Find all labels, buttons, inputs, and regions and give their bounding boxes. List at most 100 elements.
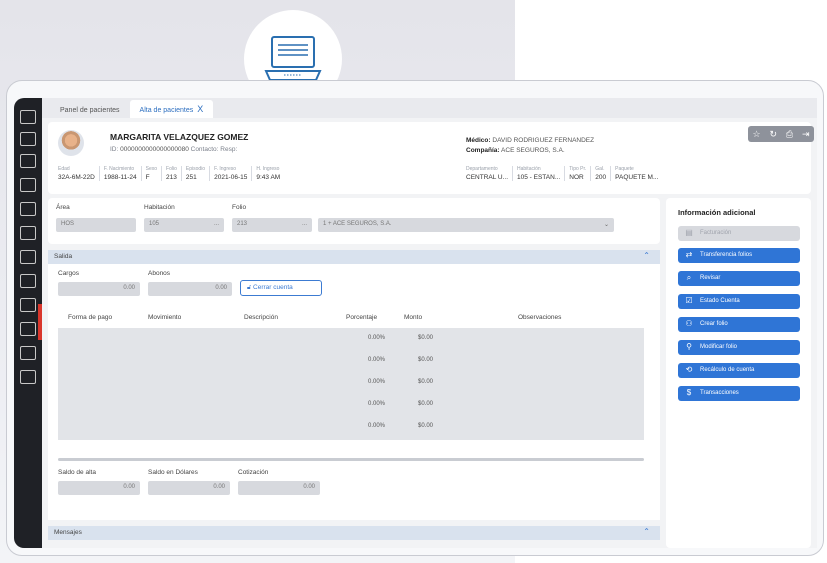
scrollbar[interactable] bbox=[58, 458, 644, 461]
area-label: Área bbox=[56, 204, 70, 211]
field-sexo: Sexo F bbox=[140, 166, 161, 181]
area-input[interactable]: HOS bbox=[56, 218, 136, 232]
col-monto: Monto bbox=[404, 314, 423, 321]
field-nacimiento: F. Nacimiento 1988-11-24 bbox=[98, 166, 141, 181]
crear-folio-button[interactable]: ⚇ Crear folio bbox=[678, 317, 800, 332]
cabinet-icon[interactable] bbox=[20, 298, 36, 312]
field-habitacion: Habitación 105 - ESTAN... bbox=[512, 166, 564, 181]
field-folio: Folio 213 bbox=[161, 166, 181, 181]
chevron-up-icon[interactable]: ⌃ bbox=[643, 251, 650, 260]
close-account-button[interactable]: 🔓︎ Cerrar cuenta bbox=[240, 280, 322, 296]
row5-porcentaje: 0.00% bbox=[368, 423, 386, 429]
field-edad: Edad 32A-6M-22D bbox=[58, 166, 95, 181]
app-window: Panel de pacientes Alta de pacientes X MA… bbox=[42, 98, 817, 548]
abonos-label: Abonos bbox=[148, 270, 171, 277]
close-tab-icon[interactable]: X bbox=[197, 104, 203, 114]
bed-icon[interactable] bbox=[20, 226, 36, 240]
bottle-icon[interactable] bbox=[20, 154, 36, 168]
laptop-icon bbox=[264, 36, 322, 81]
field-episodio: Episodio 251 bbox=[180, 166, 209, 181]
transacciones-button[interactable]: $ Transacciones bbox=[678, 386, 800, 401]
patients-icon[interactable] bbox=[20, 110, 36, 124]
field-paquete: Paquete PAQUETE M... bbox=[610, 166, 662, 181]
tab-panel-pacientes[interactable]: Panel de pacientes bbox=[50, 103, 130, 118]
print-icon[interactable]: ⎙ bbox=[786, 129, 793, 140]
checklist-icon: ☑ bbox=[685, 296, 693, 305]
recalculo-cuenta-button[interactable]: ⟲ Recálculo de cuenta bbox=[678, 363, 800, 378]
info-panel: Información adicional ▤ Facturación ⇄ Tran… bbox=[666, 198, 811, 548]
saldo-alta-input[interactable]: 0.00 bbox=[58, 481, 140, 495]
search-icon: ⌕ bbox=[686, 273, 692, 282]
facturacion-button[interactable]: ▤ Facturación bbox=[678, 226, 800, 241]
patient-name: MARGARITA VELAZQUEZ GOMEZ bbox=[110, 132, 249, 142]
chevron-down-icon: ⌄ bbox=[603, 222, 609, 228]
clipboard-list-icon[interactable] bbox=[20, 370, 36, 384]
row3-porcentaje: 0.00% bbox=[368, 379, 386, 385]
dollar-icon: $ bbox=[686, 388, 692, 397]
cotizacion-label: Cotización bbox=[238, 469, 269, 476]
cargos-label: Cargos bbox=[58, 270, 79, 277]
avatar bbox=[58, 130, 84, 156]
saldo-dolares-input[interactable]: 0.00 bbox=[148, 481, 230, 495]
wallet-icon[interactable] bbox=[20, 250, 36, 264]
star-icon[interactable]: ☆ bbox=[752, 129, 760, 140]
user-icon: ⚲ bbox=[686, 342, 692, 351]
col-forma-pago: Forma de pago bbox=[68, 314, 113, 321]
salida-body: Cargos 0.00 Abonos 0.00 🔓︎ Cerrar cuenta… bbox=[48, 264, 660, 520]
field-tipo: Tipo Pr. NOR bbox=[564, 166, 590, 181]
transfer-icon: ⇄ bbox=[685, 250, 693, 259]
folio-input[interactable]: 213... bbox=[232, 218, 312, 232]
saldo-dolares-label: Saldo en Dólares bbox=[148, 469, 198, 476]
payments-table bbox=[58, 328, 644, 440]
col-porcentaje: Porcentaje bbox=[346, 314, 378, 321]
dollar-icon[interactable] bbox=[20, 346, 36, 360]
document-icon[interactable] bbox=[20, 178, 36, 192]
cotizacion-input[interactable]: 0.00 bbox=[238, 481, 320, 495]
mensajes-header[interactable]: Mensajes ⌃ bbox=[48, 526, 660, 540]
habitacion-label: Habitación bbox=[144, 204, 175, 211]
patient-fields: Edad 32A-6M-22D F. Nacimiento 1988-11-24 S… bbox=[54, 166, 284, 181]
patient-id: ID: 0000000000000000080 Contacto: Resp: bbox=[110, 146, 238, 153]
refresh-icon[interactable]: ↻ bbox=[769, 129, 777, 140]
transferencia-folios-button[interactable]: ⇄ Transferencia folios bbox=[678, 248, 800, 263]
row1-monto: $0.00 bbox=[418, 335, 434, 341]
stack-icon[interactable] bbox=[20, 322, 36, 336]
habitacion-input[interactable]: 105... bbox=[144, 218, 224, 232]
chevron-up-icon[interactable]: ⌃ bbox=[643, 527, 650, 536]
user-add-icon: ⚇ bbox=[685, 319, 693, 328]
col-descripcion: Descripción bbox=[244, 314, 278, 321]
info-title: Información adicional bbox=[678, 208, 756, 217]
clipboard-icon[interactable] bbox=[20, 132, 36, 146]
col-movimiento: Movimiento bbox=[148, 314, 182, 321]
doctor-info: Médico: DAVID RODRIGUEZ FERNANDEZ Compañ… bbox=[466, 137, 595, 154]
tab-alta-pacientes[interactable]: Alta de pacientes X bbox=[129, 100, 214, 118]
modificar-folio-button[interactable]: ⚲ Modificar folio bbox=[678, 340, 800, 355]
row2-porcentaje: 0.00% bbox=[368, 357, 386, 363]
saldo-alta-label: Saldo de alta bbox=[58, 469, 96, 476]
field-gal: Gal. 200 bbox=[590, 166, 610, 181]
main-column: Área HOS Habitación 105... Folio 213... … bbox=[48, 198, 660, 548]
row3-monto: $0.00 bbox=[418, 379, 434, 385]
invoice-icon: ▤ bbox=[685, 228, 693, 237]
row4-monto: $0.00 bbox=[418, 401, 434, 407]
company-select[interactable]: 1 + ACE SEGUROS, S.A. ⌄ bbox=[318, 218, 614, 232]
estado-cuenta-button[interactable]: ☑ Estado Cuenta bbox=[678, 294, 800, 309]
row4-porcentaje: 0.00% bbox=[368, 401, 386, 407]
location-fields: Departamento CENTRAL U... Habitación 105 -… bbox=[462, 166, 662, 181]
header-actions: ☆ ↻ ⎙ ⇥ bbox=[748, 126, 814, 142]
exit-icon[interactable]: ⇥ bbox=[802, 129, 810, 140]
filter-icon[interactable] bbox=[20, 202, 36, 216]
refresh-icon: ⟲ bbox=[685, 365, 693, 374]
abonos-input[interactable]: 0.00 bbox=[148, 282, 232, 296]
row1-porcentaje: 0.00% bbox=[368, 335, 386, 341]
row5-monto: $0.00 bbox=[418, 423, 434, 429]
cart-icon[interactable] bbox=[20, 274, 36, 288]
tab-bar: Panel de pacientes Alta de pacientes X bbox=[42, 98, 817, 118]
col-observaciones: Observaciones bbox=[518, 314, 562, 321]
salida-header[interactable]: Salida ⌃ bbox=[48, 250, 660, 264]
cargos-input[interactable]: 0.00 bbox=[58, 282, 140, 296]
revisar-button[interactable]: ⌕ Revisar bbox=[678, 271, 800, 286]
row2-monto: $0.00 bbox=[418, 357, 434, 363]
field-ingreso: F. Ingreso 2021-06-15 bbox=[209, 166, 251, 181]
field-hora-ingreso: H. Ingreso 9:43 AM bbox=[251, 166, 284, 181]
